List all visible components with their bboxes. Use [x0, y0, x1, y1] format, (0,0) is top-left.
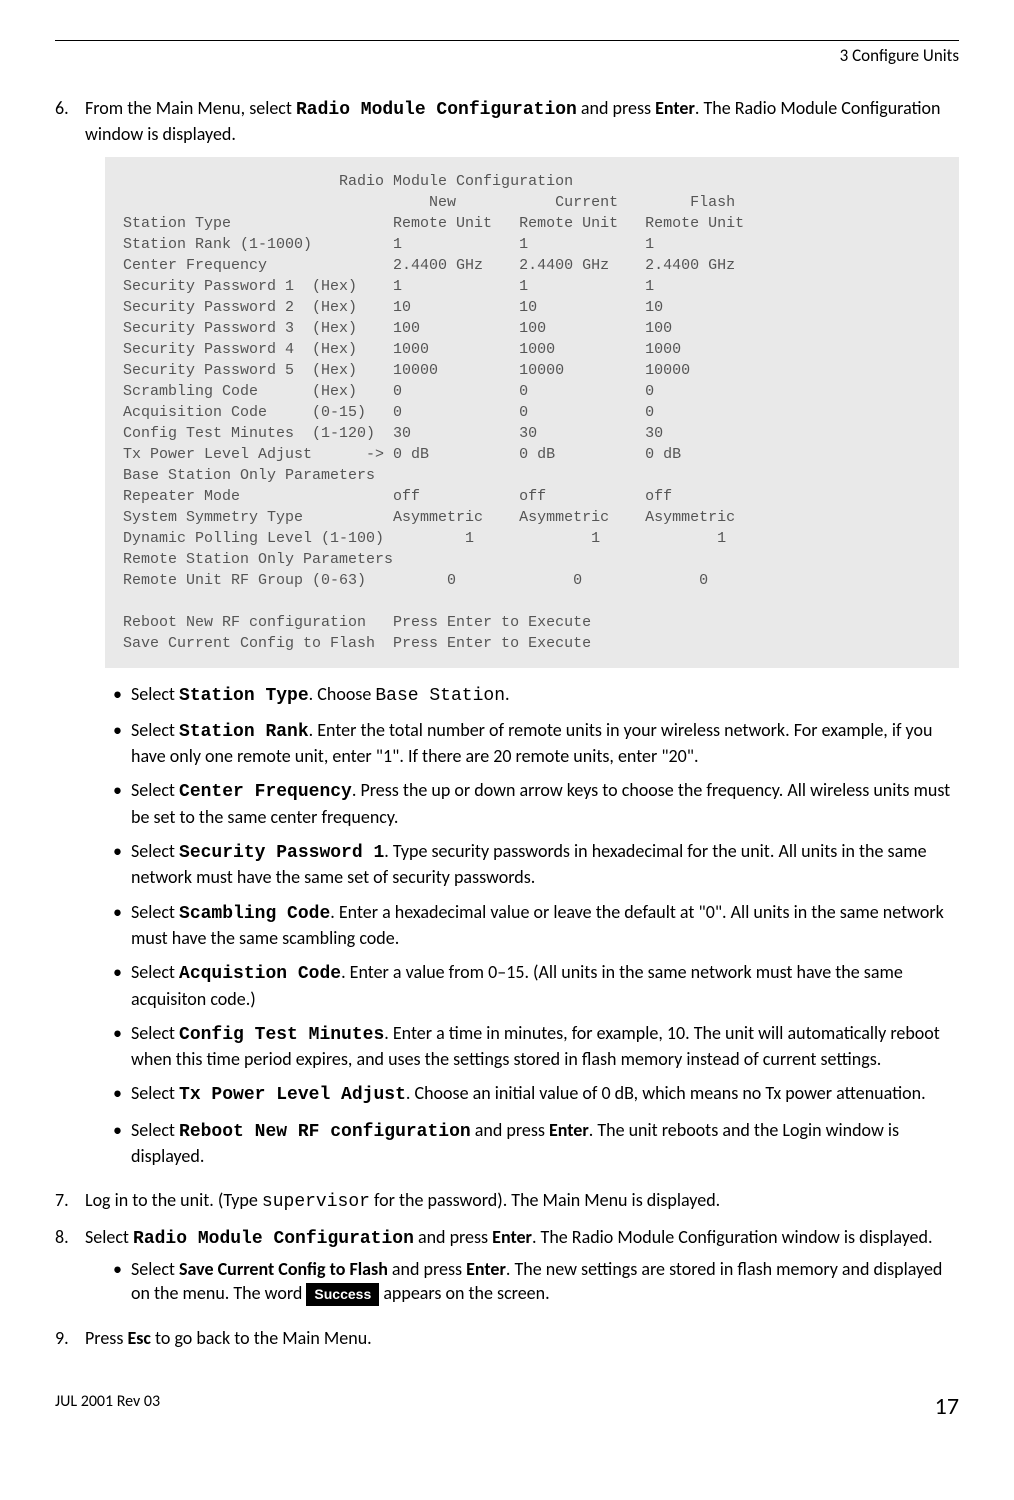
step-body: Press Esc to go back to the Main Menu.	[85, 1326, 959, 1350]
bullet-center-frequency: Select Center Frequency. Press the up or…	[113, 778, 959, 829]
key-name: Enter	[655, 97, 695, 119]
text: and press	[577, 97, 655, 119]
step-7: 7. Log in to the unit. (Type supervisor …	[55, 1188, 959, 1214]
code: Radio Module Configuration	[133, 1229, 414, 1249]
menu-item-code: Radio Module Configuration	[296, 100, 577, 120]
bullet-station-type: Select Station Type. Choose Base Station…	[113, 682, 959, 708]
key-name: Enter	[492, 1226, 532, 1248]
code: Tx Power Level Adjust	[179, 1085, 406, 1105]
step-body: Select Radio Module Configuration and pr…	[85, 1225, 959, 1317]
step-number: 6.	[55, 96, 85, 1178]
code: Reboot New RF configuration	[179, 1122, 471, 1142]
bullet-acquistion-code: Select Acquistion Code. Enter a value fr…	[113, 960, 959, 1011]
step6-bullets: Select Station Type. Choose Base Station…	[85, 682, 959, 1169]
code: Security Password 1	[179, 843, 384, 863]
step-number: 8.	[55, 1225, 85, 1317]
step-body: Log in to the unit. (Type supervisor for…	[85, 1188, 959, 1214]
bullet-station-rank: Select Station Rank. Enter the total num…	[113, 718, 959, 769]
page-header: 3 Configure Units	[55, 40, 959, 68]
code: Config Test Minutes	[179, 1025, 384, 1045]
key-name: Esc	[127, 1327, 151, 1349]
bold-text: Save Current Config to Flash	[179, 1258, 388, 1280]
bullet-scambling-code: Select Scambling Code. Enter a hexadecim…	[113, 900, 959, 951]
step-number: 7.	[55, 1188, 85, 1214]
bullet-save-flash: Select Save Current Config to Flash and …	[113, 1257, 959, 1306]
code: Center Frequency	[179, 782, 352, 802]
page-footer: JUL 2001 Rev 03 17	[55, 1391, 959, 1423]
step-body: From the Main Menu, select Radio Module …	[85, 96, 959, 1178]
mono-value: Base Station	[375, 686, 505, 706]
bullet-reboot-new-rf: Select Reboot New RF configuration and p…	[113, 1118, 959, 1169]
step8-bullets: Select Save Current Config to Flash and …	[85, 1257, 959, 1306]
bullet-tx-power-level: Select Tx Power Level Adjust. Choose an …	[113, 1081, 959, 1107]
bullet-config-test-minutes: Select Config Test Minutes. Enter a time…	[113, 1021, 959, 1072]
page-number: 17	[935, 1391, 959, 1423]
success-chip: Success	[306, 1283, 379, 1306]
chapter-title: 3 Configure Units	[840, 45, 959, 66]
key-name: Enter	[466, 1258, 506, 1280]
mono-value: supervisor	[262, 1192, 370, 1212]
step-8: 8. Select Radio Module Configuration and…	[55, 1225, 959, 1317]
code: Scambling Code	[179, 904, 330, 924]
code: Acquistion Code	[179, 964, 341, 984]
key-name: Enter	[549, 1119, 589, 1141]
footer-left: JUL 2001 Rev 03	[55, 1391, 160, 1423]
terminal-screenshot: Radio Module Configuration New Current F…	[105, 157, 959, 668]
step-9: 9. Press Esc to go back to the Main Menu…	[55, 1326, 959, 1350]
code: Station Type	[179, 686, 309, 706]
step-6: 6. From the Main Menu, select Radio Modu…	[55, 96, 959, 1178]
text: From the Main Menu, select	[85, 97, 296, 119]
bullet-security-password: Select Security Password 1. Type securit…	[113, 839, 959, 890]
step-number: 9.	[55, 1326, 85, 1350]
code: Station Rank	[179, 722, 309, 742]
